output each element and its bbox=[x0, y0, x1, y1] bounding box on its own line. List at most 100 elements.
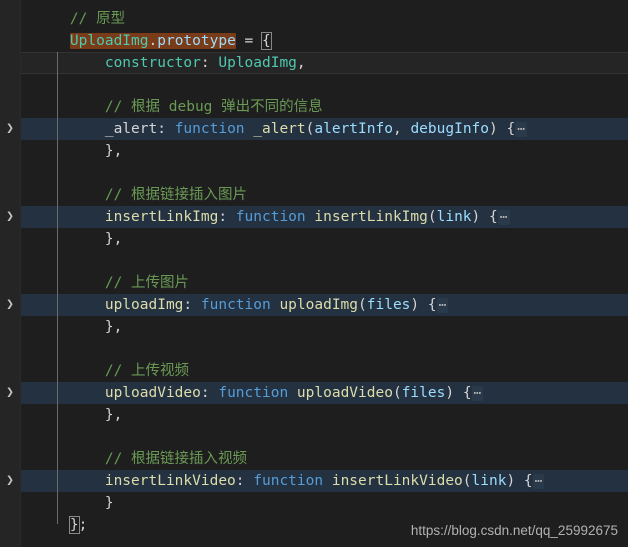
code-line-content: // 上传图片 bbox=[21, 275, 189, 291]
fold-ellipsis[interactable]: ⋯ bbox=[471, 386, 484, 401]
code-line[interactable] bbox=[21, 426, 628, 448]
code-line[interactable]: uploadImg: function uploadImg(files) {⋯ bbox=[21, 294, 628, 316]
code-token: : bbox=[157, 121, 175, 137]
code-token: files bbox=[401, 385, 446, 401]
editor-code-area[interactable]: // 原型 UploadImg.prototype = { constructo… bbox=[21, 0, 628, 547]
code-line[interactable]: }, bbox=[21, 228, 628, 250]
code-token: ) bbox=[506, 473, 524, 489]
code-token: { bbox=[489, 209, 498, 225]
code-token: uploadVideo bbox=[35, 385, 201, 401]
code-token: prototype bbox=[157, 33, 236, 49]
code-line[interactable]: // 根据 debug 弹出不同的信息 bbox=[21, 96, 628, 118]
code-line-content: insertLinkImg: function insertLinkImg(li… bbox=[21, 209, 510, 225]
code-line[interactable]: uploadVideo: function uploadVideo(files)… bbox=[21, 382, 628, 404]
code-line[interactable]: // 上传视频 bbox=[21, 360, 628, 382]
code-line[interactable]: }, bbox=[21, 140, 628, 162]
code-token: { bbox=[462, 385, 472, 401]
code-token: ( bbox=[462, 473, 472, 489]
code-token: }, bbox=[35, 143, 123, 159]
code-line-content: uploadVideo: function uploadVideo(files)… bbox=[21, 385, 484, 401]
code-line[interactable] bbox=[21, 338, 628, 360]
code-token: { bbox=[427, 297, 437, 313]
code-line[interactable] bbox=[21, 250, 628, 272]
code-token: : bbox=[235, 473, 254, 489]
code-line-content: // 根据链接插入图片 bbox=[21, 187, 247, 203]
code-line[interactable] bbox=[21, 162, 628, 184]
code-token: : bbox=[218, 209, 236, 225]
code-token: alertInfo bbox=[314, 121, 393, 137]
chevron-right-icon[interactable]: ❯ bbox=[0, 470, 20, 492]
code-token: { bbox=[523, 473, 533, 489]
code-token: insertLinkVideo bbox=[35, 473, 236, 489]
code-token: function bbox=[235, 209, 306, 225]
code-line-content: insertLinkVideo: function insertLinkVide… bbox=[21, 473, 545, 489]
code-editor: ❯ ❯ ❯ ❯ ❯ // 原型 UploadImg.prototype = { cons… bbox=[0, 0, 628, 547]
code-token: // 上传视频 bbox=[35, 363, 190, 379]
code-token: // 根据 debug 弹出不同的信息 bbox=[35, 99, 323, 115]
code-token: { bbox=[506, 121, 516, 137]
code-line[interactable]: } bbox=[21, 492, 628, 514]
code-token: , bbox=[296, 55, 306, 71]
editor-fold-gutter[interactable]: ❯ ❯ ❯ ❯ ❯ bbox=[0, 0, 21, 547]
code-token: _alert bbox=[35, 121, 158, 137]
code-line-content: }, bbox=[21, 319, 122, 335]
code-token: . bbox=[148, 33, 158, 49]
code-line-content bbox=[21, 429, 35, 445]
code-token: // 原型 bbox=[35, 11, 126, 27]
selected-text[interactable]: UploadImg.prototype bbox=[69, 33, 236, 49]
code-line[interactable]: insertLinkVideo: function insertLinkVide… bbox=[21, 470, 628, 492]
code-line[interactable]: insertLinkImg: function insertLinkImg(li… bbox=[21, 206, 628, 228]
code-line[interactable]: // 根据链接插入图片 bbox=[21, 184, 628, 206]
fold-ellipsis[interactable]: ⋯ bbox=[532, 474, 545, 489]
code-line-content bbox=[21, 165, 35, 181]
chevron-right-icon[interactable]: ❯ bbox=[0, 206, 20, 228]
code-line-content: uploadImg: function uploadImg(files) {⋯ bbox=[21, 297, 449, 313]
code-token: : bbox=[183, 297, 201, 313]
code-token: uploadImg bbox=[279, 297, 359, 313]
code-line[interactable]: constructor: UploadImg, bbox=[21, 52, 628, 74]
code-token: files bbox=[366, 297, 411, 313]
code-token: // 根据链接插入视频 bbox=[35, 451, 248, 467]
code-line[interactable]: _alert: function _alert(alertInfo, debug… bbox=[21, 118, 628, 140]
code-token: insertLinkVideo bbox=[331, 473, 463, 489]
code-token: ( bbox=[392, 385, 402, 401]
chevron-right-icon[interactable]: ❯ bbox=[0, 382, 20, 404]
code-token: // 根据链接插入图片 bbox=[35, 187, 248, 203]
code-line-content bbox=[21, 77, 35, 93]
code-line[interactable]: UploadImg.prototype = { bbox=[21, 30, 628, 52]
code-token: ; bbox=[78, 517, 88, 533]
chevron-right-icon[interactable]: ❯ bbox=[0, 294, 20, 316]
code-token: : bbox=[200, 385, 219, 401]
code-token: UploadImg bbox=[69, 33, 149, 49]
code-line[interactable]: }, bbox=[21, 316, 628, 338]
code-token: ) bbox=[471, 209, 489, 225]
fold-ellipsis[interactable]: ⋯ bbox=[515, 122, 528, 137]
code-token: debugInfo bbox=[410, 121, 490, 137]
code-line-content: }, bbox=[21, 407, 122, 423]
code-token: uploadImg bbox=[35, 297, 184, 313]
code-line[interactable] bbox=[21, 74, 628, 96]
chevron-right-icon[interactable]: ❯ bbox=[0, 118, 20, 140]
code-token: function bbox=[218, 385, 289, 401]
code-line[interactable]: // 上传图片 bbox=[21, 272, 628, 294]
code-token: uploadVideo bbox=[296, 385, 393, 401]
code-token: : bbox=[200, 55, 219, 71]
code-token: constructor bbox=[35, 55, 201, 71]
code-token: ( bbox=[358, 297, 367, 313]
code-line[interactable]: // 根据链接插入视频 bbox=[21, 448, 628, 470]
code-token: }, bbox=[35, 407, 123, 423]
fold-ellipsis[interactable]: ⋯ bbox=[436, 298, 449, 313]
code-line[interactable]: }, bbox=[21, 404, 628, 426]
code-line-content: // 根据 debug 弹出不同的信息 bbox=[21, 99, 323, 115]
code-line[interactable]: // 原型 bbox=[21, 8, 628, 30]
code-token: ) bbox=[410, 297, 428, 313]
watermark-url: https://blog.csdn.net/qq_25992675 bbox=[410, 523, 618, 538]
code-token: function bbox=[200, 297, 271, 313]
fold-ellipsis[interactable]: ⋯ bbox=[497, 210, 510, 225]
code-token: link bbox=[471, 473, 507, 489]
